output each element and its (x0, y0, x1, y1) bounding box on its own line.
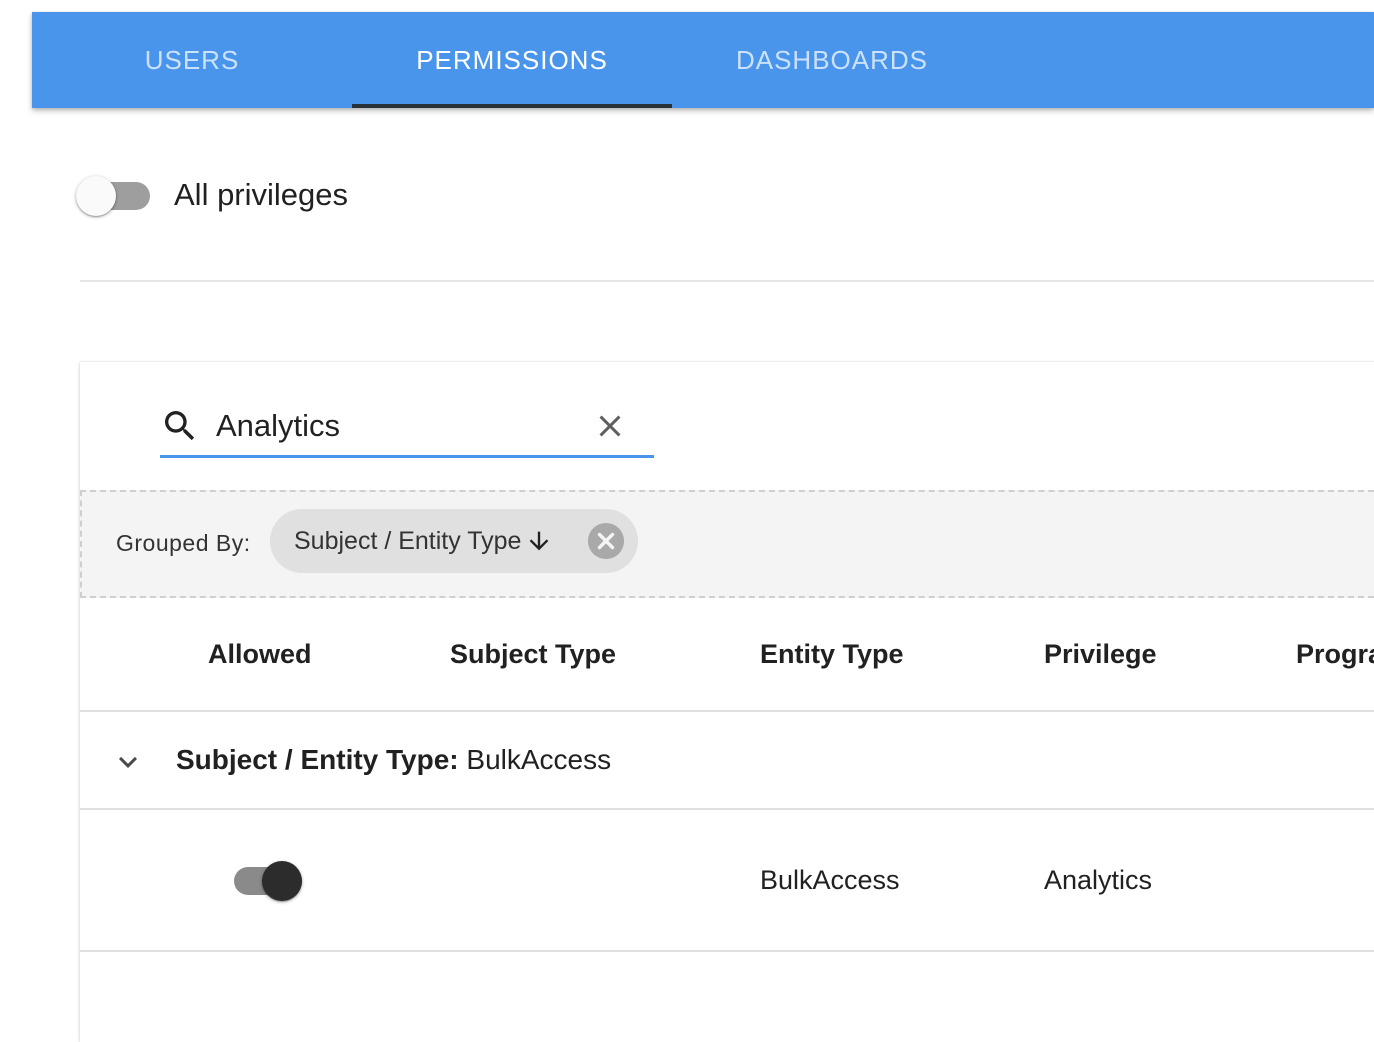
toggle-thumb (76, 176, 116, 216)
cell-privilege: Analytics (1044, 865, 1153, 895)
tab-permissions[interactable]: PERMISSIONS (352, 12, 672, 108)
close-icon[interactable] (592, 408, 628, 444)
column-header-subject-type[interactable]: Subject Type (450, 598, 616, 710)
group-value: BulkAccess (466, 744, 612, 775)
group-title: Subject / Entity Type: BulkAccess (176, 712, 611, 808)
column-header-allowed[interactable]: Allowed (208, 598, 312, 710)
grouping-chip[interactable]: Subject / Entity Type (270, 509, 638, 573)
column-header-privilege[interactable]: Privilege (1044, 598, 1157, 710)
cell-entity-type: BulkAccess (760, 865, 900, 895)
allowed-toggle[interactable] (228, 858, 304, 902)
column-header-program[interactable]: Progra (1296, 598, 1374, 710)
group-key-label: Subject / Entity Type: (176, 744, 459, 775)
search-input[interactable] (216, 400, 576, 452)
permissions-card: Grouped By: Subject / Entity Type Allowe… (80, 362, 1374, 1042)
all-privileges-toggle[interactable] (76, 173, 152, 217)
app-bar: USERS PERMISSIONS DASHBOARDS (32, 12, 1374, 108)
section-divider (80, 280, 1374, 282)
grouping-panel: Grouped By: Subject / Entity Type (80, 490, 1374, 598)
tab-dashboards[interactable]: DASHBOARDS (672, 12, 992, 108)
active-tab-indicator (352, 104, 672, 108)
grouping-chip-label: Subject / Entity Type (294, 526, 522, 555)
table-row: BulkAccess Analytics (80, 810, 1374, 952)
grouped-by-label: Grouped By: (116, 530, 251, 556)
all-privileges-label: All privileges (174, 177, 349, 212)
arrow-down-icon[interactable] (525, 527, 553, 555)
search-field (160, 400, 654, 458)
group-row: Subject / Entity Type: BulkAccess (80, 712, 1374, 810)
column-header-entity-type[interactable]: Entity Type (760, 598, 904, 710)
search-icon (165, 411, 195, 441)
cancel-circle-icon[interactable] (588, 523, 624, 559)
table-header: Allowed Subject Type Entity Type Privile… (80, 598, 1374, 712)
all-privileges-row: All privileges (76, 170, 348, 220)
toggle-thumb (262, 861, 302, 901)
chevron-down-icon[interactable] (110, 744, 146, 780)
tab-users[interactable]: USERS (32, 12, 352, 108)
